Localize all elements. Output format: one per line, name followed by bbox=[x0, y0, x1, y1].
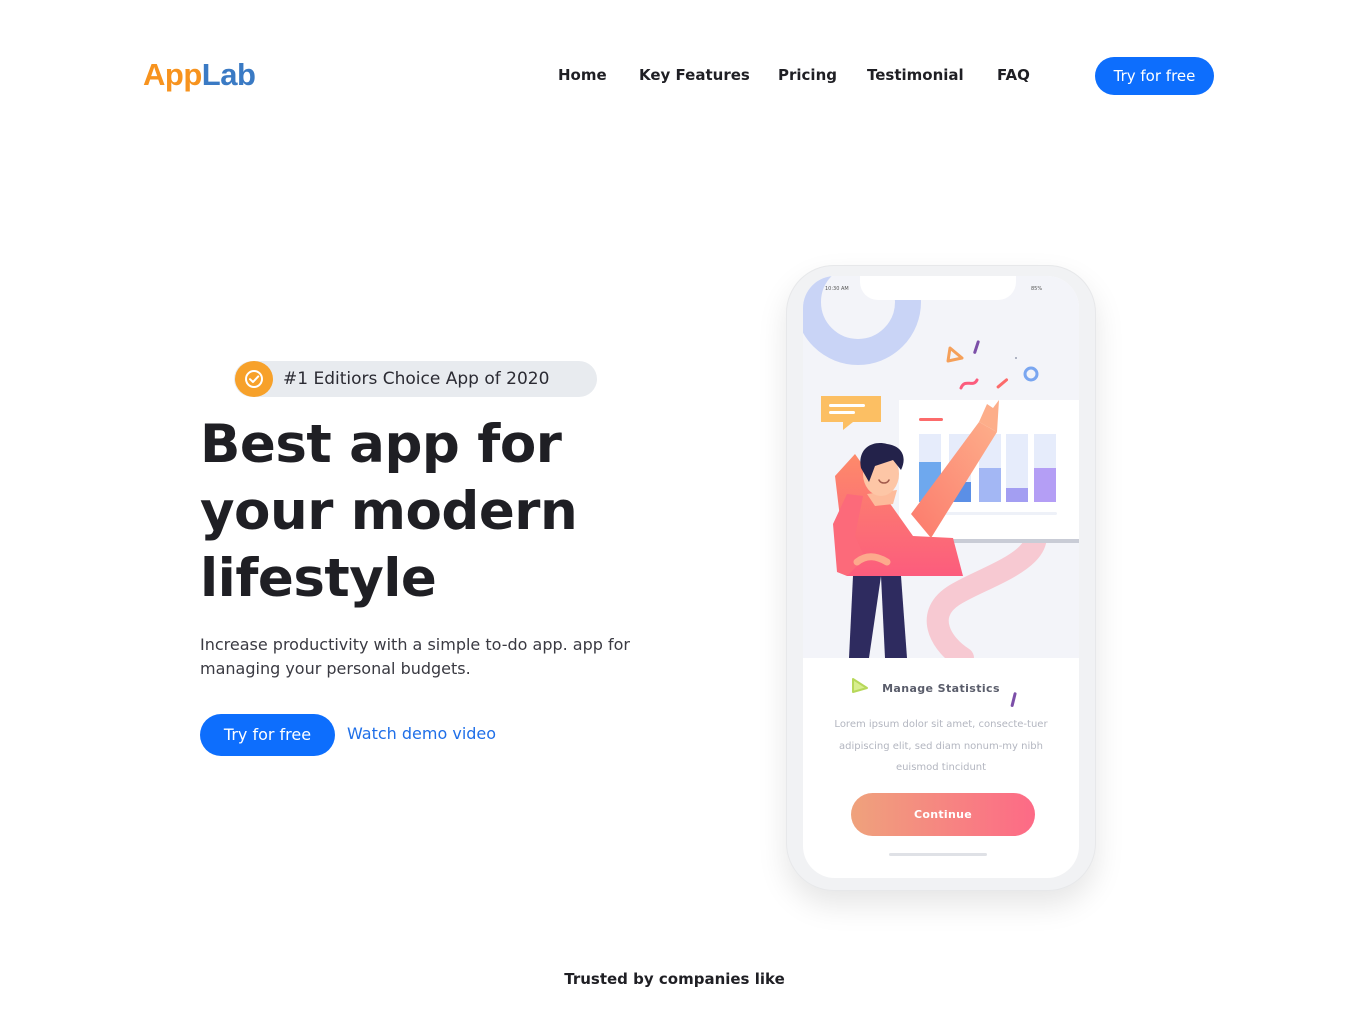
card-text: Lorem ipsum dolor sit amet, consecte-tue… bbox=[834, 719, 1048, 773]
nav-faq[interactable]: FAQ bbox=[997, 62, 1030, 88]
status-battery: 85% bbox=[1031, 286, 1043, 292]
hero-title-line-3: lifestyle bbox=[200, 548, 437, 609]
nav-testimonial[interactable]: Testimonial bbox=[867, 62, 964, 88]
badge-text: #1 Editiors Choice App of 2020 bbox=[283, 369, 550, 389]
nav-key-features[interactable]: Key Features bbox=[639, 62, 750, 88]
trusted-heading: Trusted by companies like bbox=[564, 970, 785, 988]
watch-demo-link[interactable]: Watch demo video bbox=[347, 722, 496, 746]
editors-choice-badge: #1 Editiors Choice App of 2020 bbox=[234, 361, 597, 397]
hero-title: Best app for your modern lifestyle bbox=[200, 411, 720, 612]
hero-try-free-button[interactable]: Try for free bbox=[200, 714, 335, 756]
illustration-area bbox=[803, 276, 1079, 669]
header-try-free-button[interactable]: Try for free bbox=[1095, 57, 1214, 95]
phone-mockup: 10:30 AM 85% Manage Statistics Lorem ips… bbox=[786, 265, 1096, 891]
hero-title-line-1: Best app for bbox=[200, 414, 562, 475]
hero-description: Increase productivity with a simple to-d… bbox=[200, 635, 630, 678]
phone-screen: 10:30 AM 85% Manage Statistics Lorem ips… bbox=[803, 276, 1079, 878]
card-title: Manage Statistics bbox=[882, 682, 1000, 695]
home-indicator bbox=[889, 853, 987, 856]
presenter-illustration bbox=[803, 276, 1079, 669]
verified-check-icon bbox=[235, 361, 273, 397]
hero-title-line-2: your modern bbox=[200, 481, 578, 542]
nav-pricing[interactable]: Pricing bbox=[778, 62, 837, 88]
continue-button[interactable]: Continue bbox=[851, 793, 1035, 836]
phone-notch bbox=[860, 276, 1016, 300]
nav-home[interactable]: Home bbox=[558, 62, 607, 88]
status-time: 10:30 AM bbox=[825, 286, 849, 292]
site-header: AppLab Home Key Features Pricing Testimo… bbox=[0, 0, 1349, 150]
